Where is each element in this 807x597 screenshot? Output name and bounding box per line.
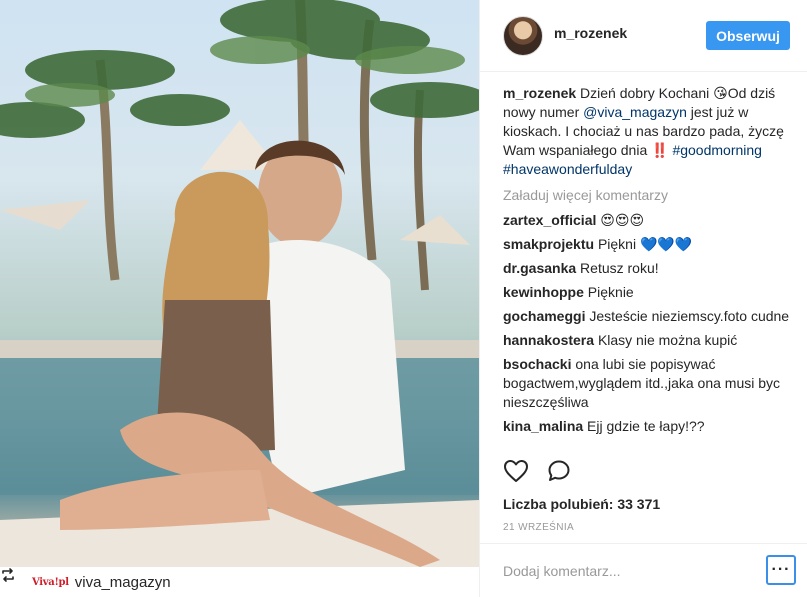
repost-username[interactable]: viva_magazyn: [75, 574, 171, 591]
photo-illustration: [0, 0, 479, 567]
viva-logo: Viva!pl: [32, 576, 69, 588]
hashtag-link[interactable]: #goodmorning: [672, 142, 762, 158]
repost-bar[interactable]: Viva!pl viva_magazyn: [0, 567, 479, 597]
post-date[interactable]: 21 WRZEŚNIA: [503, 522, 574, 533]
post-header: m_rozenek Obserwuj: [480, 0, 807, 72]
comment-input[interactable]: [503, 561, 733, 581]
heart-icon[interactable]: [503, 459, 529, 488]
comment-username[interactable]: hannakostera: [503, 332, 594, 348]
caption-username[interactable]: m_rozenek: [503, 85, 576, 101]
comments-list: m_rozenek Dzień dobry Kochani 😘Od dziś n…: [503, 84, 798, 441]
follow-button[interactable]: Obserwuj: [706, 21, 790, 50]
avatar[interactable]: [503, 16, 543, 56]
comment-item: zartex_official 😍😍😍: [503, 211, 798, 230]
hashtag-link[interactable]: #haveawonderfulday: [503, 161, 632, 177]
comment-username[interactable]: zartex_official: [503, 212, 596, 228]
comment-username[interactable]: kina_malina: [503, 418, 583, 434]
repost-icon: [2, 568, 26, 591]
likes-count[interactable]: Liczba polubień: 33 371: [503, 496, 660, 512]
load-more-comments[interactable]: Załaduj więcej komentarzy: [503, 186, 798, 205]
comment-text: 😍😍😍: [600, 212, 645, 228]
post-photo[interactable]: Viva!pl viva_magazyn: [0, 0, 479, 597]
comment-text: Pięknie: [587, 284, 634, 300]
comment-username[interactable]: smakprojektu: [503, 236, 594, 252]
comment-text: Retusz roku!: [580, 260, 659, 276]
comment-text: Jesteście nieziemscy.foto cudne: [589, 308, 790, 324]
comment-item: hannakostera Klasy nie można kupić: [503, 331, 798, 350]
caption-mention[interactable]: @viva_magazyn: [583, 104, 687, 120]
post-panel: m_rozenek Obserwuj m_rozenek Dzień dobry…: [479, 0, 807, 597]
comment-text: Ejj gdzie te łapy!??: [587, 418, 705, 434]
more-options-button[interactable]: ···: [766, 555, 796, 585]
add-comment-section: ···: [480, 543, 807, 597]
comment-item: bsochacki ona lubi sie popisywać bogactw…: [503, 355, 798, 412]
comment-text: Klasy nie można kupić: [597, 332, 738, 348]
comment-item: dr.gasanka Retusz roku!: [503, 259, 798, 278]
comment-item: kewinhoppe Pięknie: [503, 283, 798, 302]
author-username[interactable]: m_rozenek: [554, 25, 627, 41]
comment-icon[interactable]: [547, 459, 571, 488]
comment-username[interactable]: bsochacki: [503, 356, 571, 372]
comment-username[interactable]: dr.gasanka: [503, 260, 576, 276]
comment-username[interactable]: kewinhoppe: [503, 284, 584, 300]
comment-item: smakprojektu Piękni 💙💙💙: [503, 235, 798, 254]
caption: m_rozenek Dzień dobry Kochani 😘Od dziś n…: [503, 84, 798, 179]
action-bar: [503, 459, 798, 487]
comment-item: gochameggi Jesteście nieziemscy.foto cud…: [503, 307, 798, 326]
comment-username[interactable]: gochameggi: [503, 308, 585, 324]
comment-text: Piękni 💙💙💙: [597, 236, 693, 252]
comment-item: kina_malina Ejj gdzie te łapy!??: [503, 417, 798, 436]
